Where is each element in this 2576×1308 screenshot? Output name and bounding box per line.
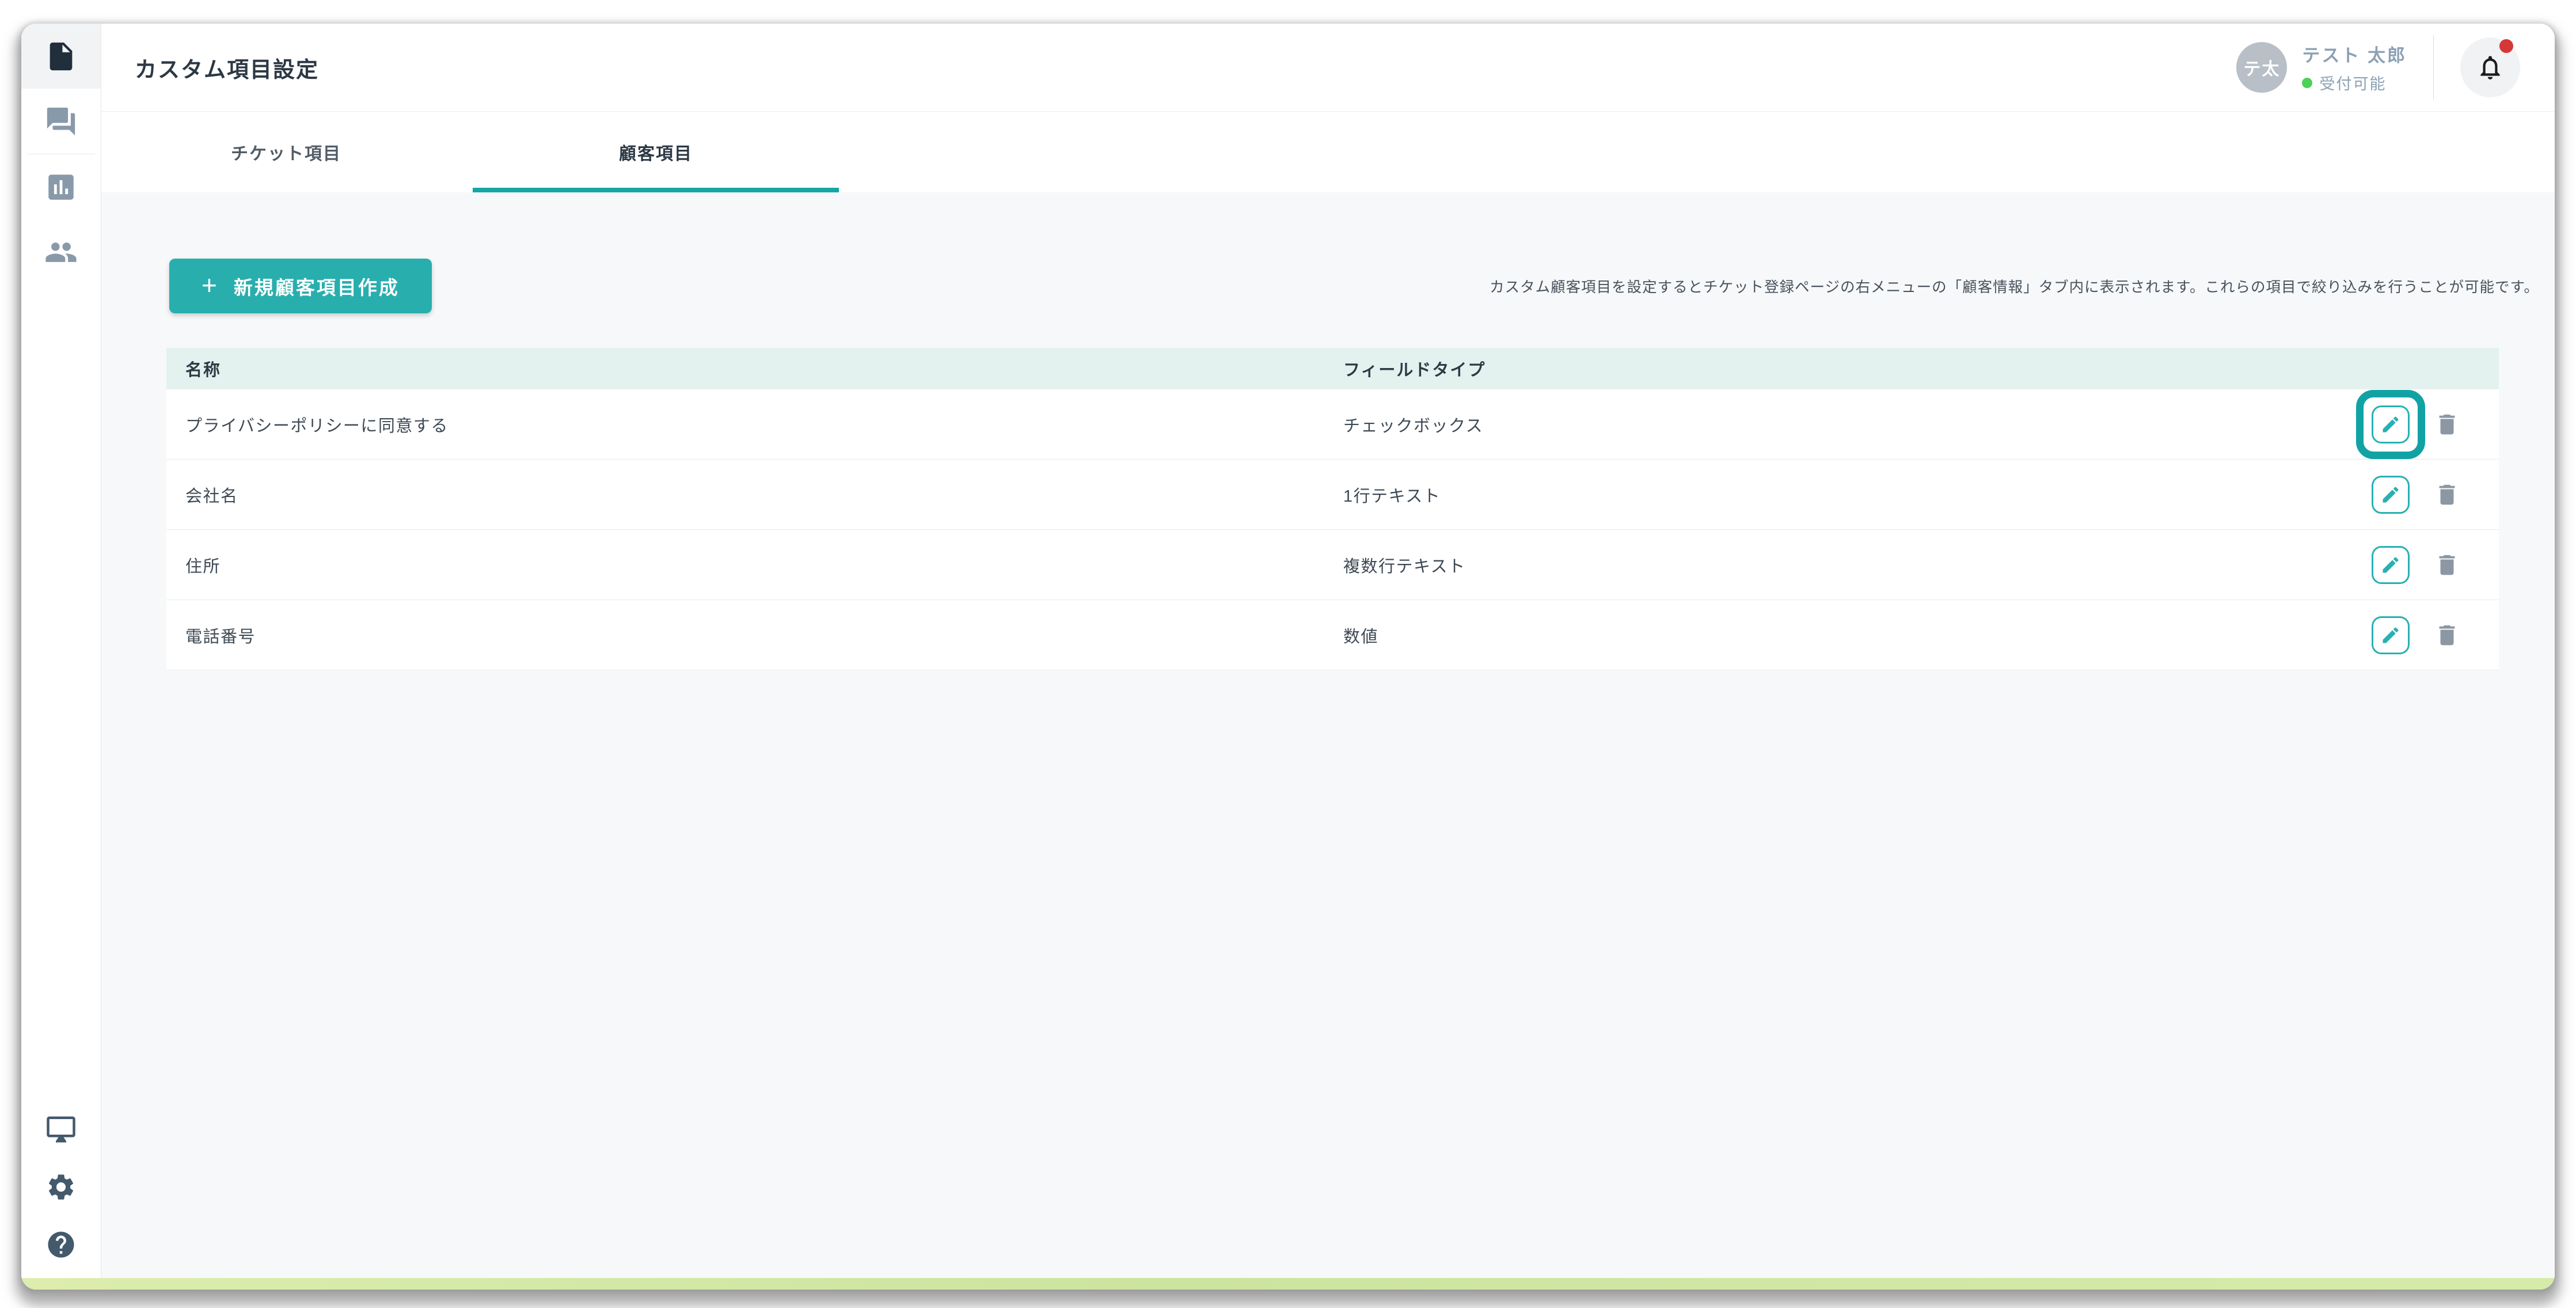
toolbar: + 新規顧客項目作成 カスタム顧客項目を設定するとチケット登録ページの右メニュー…	[169, 259, 2539, 313]
header-divider	[2433, 35, 2434, 100]
sidebar	[21, 24, 101, 1290]
field-name: 会社名	[185, 487, 238, 506]
field-type: 数値	[1343, 627, 1379, 646]
tab-ticket-fields[interactable]: チケット項目	[101, 112, 471, 192]
column-header-name: 名称	[185, 361, 222, 380]
tab-label: 顧客項目	[619, 145, 693, 164]
content-area: + 新規顧客項目作成 カスタム顧客項目を設定するとチケット登録ページの右メニュー…	[101, 192, 2555, 1290]
status-dot-icon	[2302, 77, 2313, 88]
tab-label: チケット項目	[231, 145, 341, 164]
field-name: プライバシーポリシーに同意する	[185, 416, 449, 435]
delete-button[interactable]	[2434, 482, 2460, 508]
sidebar-item-reports[interactable]	[21, 154, 101, 219]
pencil-icon	[2383, 486, 2399, 502]
edit-button[interactable]	[2372, 405, 2410, 443]
trash-icon	[2439, 555, 2455, 575]
page-title: カスタム項目設定	[135, 58, 320, 82]
create-customer-field-button[interactable]: + 新規顧客項目作成	[169, 259, 432, 313]
user-name: テスト 太郎	[2302, 46, 2407, 66]
custom-fields-table: 名称 フィールドタイプ プライバシーポリシーに同意する チェックボックス 会社名…	[166, 348, 2499, 670]
table-row: 住所 複数行テキスト	[166, 530, 2499, 600]
field-type: 1行テキスト	[1343, 487, 1441, 506]
help-icon	[48, 1231, 74, 1258]
main-area: カスタム項目設定 テ太 テスト 太郎 受付可能 チケット項目 顧客項目 + 新規…	[101, 24, 2555, 1290]
pencil-icon	[2383, 416, 2399, 432]
user-status: 受付可能	[2302, 71, 2407, 94]
edit-button-wrap	[2356, 389, 2425, 459]
chat-icon	[47, 107, 75, 135]
sidebar-item-users[interactable]	[21, 219, 101, 285]
status-label: 受付可能	[2319, 75, 2387, 93]
notifications-button[interactable]	[2460, 37, 2520, 97]
table-body: プライバシーポリシーに同意する チェックボックス 会社名 1行テキスト 住所 複…	[166, 389, 2499, 670]
user-menu[interactable]: テスト 太郎 受付可能	[2302, 41, 2407, 94]
sidebar-item-chat[interactable]	[21, 89, 101, 154]
app-header: カスタム項目設定 テ太 テスト 太郎 受付可能	[101, 24, 2555, 112]
pencil-icon	[2383, 556, 2399, 573]
page-description: カスタム顧客項目を設定するとチケット登録ページの右メニューの「顧客情報」タブ内に…	[1490, 279, 2539, 295]
delete-button[interactable]	[2434, 552, 2460, 578]
tab-customer-fields[interactable]: 顧客項目	[471, 112, 841, 192]
column-header-type: フィールドタイプ	[1343, 361, 1486, 380]
sidebar-item-settings[interactable]	[21, 1158, 101, 1216]
edit-button-wrap	[2372, 616, 2410, 654]
edit-button[interactable]	[2372, 616, 2410, 654]
field-type: チェックボックス	[1343, 416, 1484, 435]
bottom-accent-bar	[21, 1278, 2555, 1290]
app-window: カスタム項目設定 テ太 テスト 太郎 受付可能 チケット項目 顧客項目 + 新規…	[21, 24, 2555, 1290]
sidebar-item-monitor[interactable]	[21, 1101, 101, 1158]
field-name: 電話番号	[185, 627, 256, 646]
people-icon	[45, 242, 77, 262]
table-row: 電話番号 数値	[166, 600, 2499, 670]
bell-icon	[2480, 56, 2500, 79]
edit-button-wrap	[2372, 545, 2410, 584]
create-button-label: 新規顧客項目作成	[233, 276, 400, 298]
monitor-icon	[47, 1116, 75, 1143]
edit-button-wrap	[2372, 475, 2410, 514]
sidebar-item-help[interactable]	[21, 1216, 101, 1273]
header-right: テ太 テスト 太郎 受付可能	[2236, 35, 2520, 100]
field-name: 住所	[185, 557, 221, 576]
document-icon	[50, 42, 73, 70]
row-actions	[2303, 545, 2499, 584]
field-type: 複数行テキスト	[1343, 557, 1466, 576]
edit-button[interactable]	[2372, 545, 2410, 584]
trash-icon	[2439, 625, 2455, 645]
row-actions	[2303, 389, 2499, 459]
table-row: 会社名 1行テキスト	[166, 460, 2499, 530]
trash-icon	[2439, 484, 2455, 505]
avatar[interactable]: テ太	[2236, 42, 2288, 93]
notification-badge	[2499, 39, 2513, 53]
tab-bar: チケット項目 顧客項目	[101, 112, 2555, 192]
edit-button[interactable]	[2372, 475, 2410, 514]
delete-button[interactable]	[2434, 411, 2460, 438]
pencil-icon	[2383, 627, 2399, 643]
bar-chart-icon	[48, 174, 74, 200]
row-actions	[2303, 616, 2499, 654]
delete-button[interactable]	[2434, 622, 2460, 649]
plus-icon: +	[202, 270, 219, 300]
trash-icon	[2439, 414, 2455, 434]
table-row: プライバシーポリシーに同意する チェックボックス	[166, 389, 2499, 460]
settings-gear-icon	[48, 1174, 74, 1200]
table-header: 名称 フィールドタイプ	[166, 348, 2499, 389]
row-actions	[2303, 475, 2499, 514]
sidebar-item-tickets[interactable]	[21, 24, 101, 89]
